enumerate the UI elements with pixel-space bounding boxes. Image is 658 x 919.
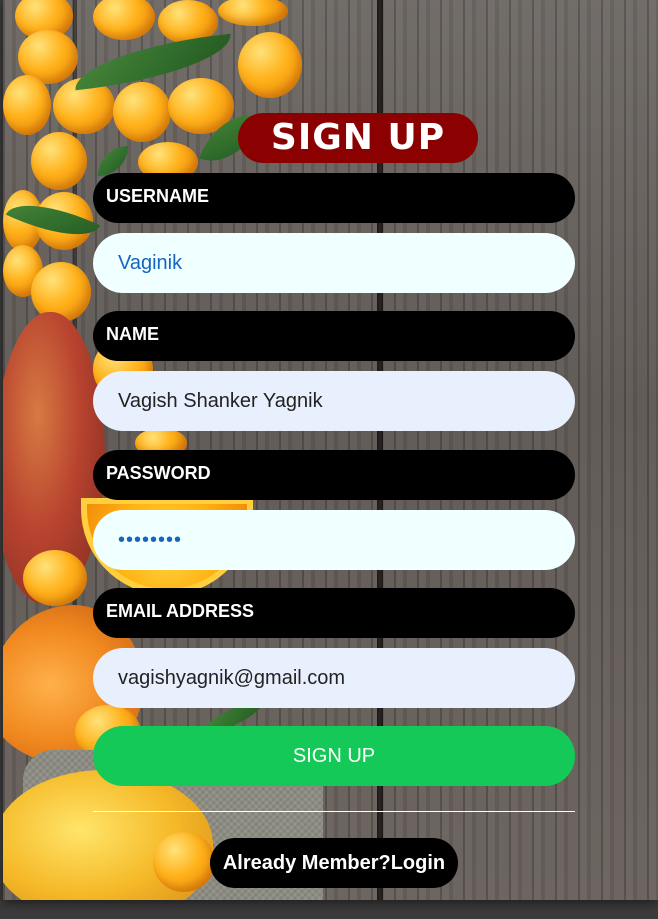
signup-button[interactable]: SIGN UP [93, 726, 575, 786]
password-label: PASSWORD [93, 450, 575, 500]
email-field[interactable] [93, 648, 575, 708]
divider [93, 811, 575, 812]
name-field[interactable] [93, 371, 575, 431]
page-title: SIGN UP [238, 113, 478, 163]
password-field[interactable] [93, 510, 575, 570]
name-label: NAME [93, 311, 575, 361]
login-link[interactable]: Already Member?Login [210, 838, 458, 888]
username-field[interactable] [93, 233, 575, 293]
username-label: USERNAME [93, 173, 575, 223]
email-label: EMAIL ADDRESS [93, 588, 575, 638]
signup-page: SIGN UP USERNAME NAME PASSWORD EMAIL ADD… [3, 0, 658, 900]
